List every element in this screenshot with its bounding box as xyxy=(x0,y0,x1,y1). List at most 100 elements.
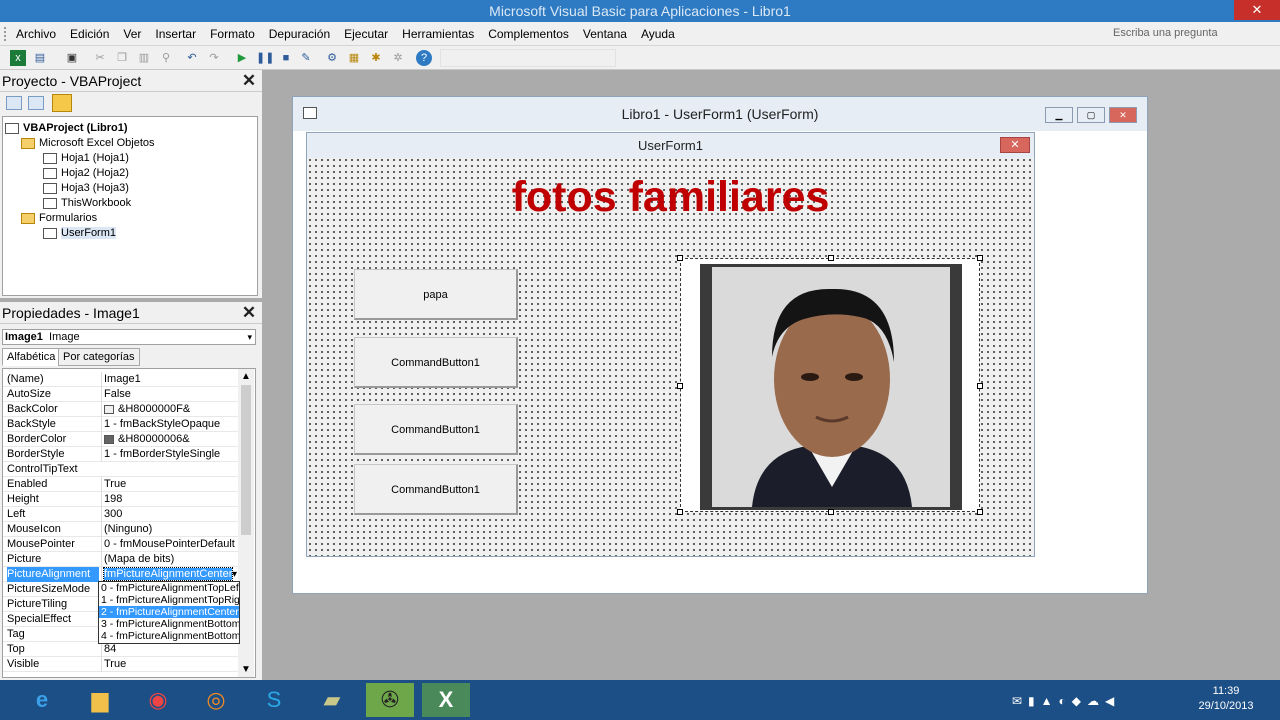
property-row[interactable]: MouseIcon (Ninguno) xyxy=(3,522,239,537)
resize-handle[interactable] xyxy=(677,255,683,261)
property-row[interactable]: Height 198 xyxy=(3,492,239,507)
tree-item[interactable]: Hoja1 (Hoja1) xyxy=(43,151,129,166)
property-row[interactable]: (Name) Image1 xyxy=(3,372,239,387)
view-code-icon[interactable] xyxy=(6,96,22,110)
scroll-up-icon[interactable]: ▲ xyxy=(241,371,251,382)
resize-handle[interactable] xyxy=(828,255,834,261)
view-object-icon[interactable] xyxy=(28,96,44,110)
resize-handle[interactable] xyxy=(677,509,683,515)
dropdown-option[interactable]: 4 - fmPictureAlignmentBottomRight xyxy=(99,630,239,642)
property-row[interactable]: BackStyle 1 - fmBackStyleOpaque xyxy=(3,417,239,432)
resize-handle[interactable] xyxy=(828,509,834,515)
property-row[interactable]: BorderColor &H80000006& xyxy=(3,432,239,447)
toolbox-icon[interactable]: ✲ xyxy=(390,50,406,66)
internet-explorer-icon[interactable]: e xyxy=(18,683,66,717)
menu-item-edicion[interactable]: Edición xyxy=(70,27,109,41)
property-value[interactable]: False xyxy=(101,387,239,402)
menu-item-archivo[interactable]: Archivo xyxy=(16,27,56,41)
cut-icon[interactable]: ✂ xyxy=(92,50,108,66)
property-row[interactable]: ControlTipText xyxy=(3,462,239,477)
userform[interactable]: UserForm1 ✕ fotos familiares papa Comman… xyxy=(306,132,1035,557)
excel-view-icon[interactable]: x xyxy=(10,50,26,66)
property-value[interactable]: &H8000000F& xyxy=(101,402,239,417)
dropdown-option[interactable]: 3 - fmPictureAlignmentBottomLeft xyxy=(99,618,239,630)
property-value[interactable]: &H80000006& xyxy=(101,432,239,447)
designer-minimize-button[interactable]: ▁ xyxy=(1045,107,1073,123)
video-app-icon[interactable]: ✇ xyxy=(366,683,414,717)
chrome-icon[interactable]: ◉ xyxy=(134,683,182,717)
redo-icon[interactable]: ↷ xyxy=(206,50,222,66)
property-value[interactable]: (Mapa de bits) xyxy=(101,552,239,567)
property-row[interactable]: Top 84 xyxy=(3,642,239,657)
taskbar-clock[interactable]: 11:39 29/10/2013 xyxy=(1196,684,1256,714)
window-close-button[interactable]: ✕ xyxy=(1234,0,1280,20)
resize-handle[interactable] xyxy=(977,383,983,389)
object-selector-combo[interactable]: Image1 Image ▾ xyxy=(2,329,256,345)
tree-item[interactable]: ThisWorkbook xyxy=(43,196,131,211)
properties-window-icon[interactable]: ▦ xyxy=(346,50,362,66)
toggle-folders-icon[interactable] xyxy=(52,94,72,112)
property-value[interactable]: (Ninguno) xyxy=(101,522,239,537)
properties-pane-close-button[interactable]: ✕ xyxy=(240,304,258,322)
chevron-down-icon[interactable]: ▾ xyxy=(232,567,237,582)
property-value[interactable]: True xyxy=(101,657,239,672)
properties-scrollbar[interactable]: ▲ ▼ xyxy=(238,369,254,677)
resize-handle[interactable] xyxy=(977,509,983,515)
menu-item-herramientas[interactable]: Herramientas xyxy=(402,27,474,41)
form-heading-label[interactable]: fotos familiares xyxy=(307,173,1034,222)
property-row[interactable]: Left 300 xyxy=(3,507,239,522)
system-tray-icons[interactable]: ✉▮▲◐◆☁◀ xyxy=(1012,694,1120,708)
property-value[interactable]: 198 xyxy=(101,492,239,507)
help-icon[interactable]: ? xyxy=(416,50,432,66)
ask-question-box[interactable]: Escriba una pregunta xyxy=(1108,25,1276,43)
run-icon[interactable]: ▶ xyxy=(234,50,250,66)
command-button-2[interactable]: CommandButton1 xyxy=(354,404,518,455)
paste-icon[interactable]: ▥ xyxy=(136,50,152,66)
image1-control[interactable] xyxy=(677,255,983,515)
property-value[interactable]: 1 - fmBackStyleOpaque xyxy=(101,417,239,432)
undo-icon[interactable]: ↶ xyxy=(184,50,200,66)
tree-item[interactable]: Hoja3 (Hoja3) xyxy=(43,181,129,196)
property-row[interactable]: AutoSize False xyxy=(3,387,239,402)
property-row[interactable]: PictureAlignment fmPictureAlignmentCenter… xyxy=(3,567,239,582)
command-button-3[interactable]: CommandButton1 xyxy=(354,464,518,515)
resize-handle[interactable] xyxy=(977,255,983,261)
project-pane-close-button[interactable]: ✕ xyxy=(240,72,258,90)
project-explorer-icon[interactable]: ⚙ xyxy=(324,50,340,66)
property-row[interactable]: BorderStyle 1 - fmBorderStyleSingle xyxy=(3,447,239,462)
design-mode-icon[interactable]: ✎ xyxy=(298,50,314,66)
property-value[interactable]: fmPictureAlignmentCenter ▾ xyxy=(101,567,239,582)
menu-item-insertar[interactable]: Insertar xyxy=(155,27,196,41)
command-button-papa[interactable]: papa xyxy=(354,269,518,320)
property-row[interactable]: Enabled True xyxy=(3,477,239,492)
property-row[interactable]: Picture (Mapa de bits) xyxy=(3,552,239,567)
command-button-1[interactable]: CommandButton1 xyxy=(354,337,518,388)
property-value[interactable]: Image1 xyxy=(101,372,239,387)
property-row[interactable]: BackColor &H8000000F& xyxy=(3,402,239,417)
chevron-down-icon[interactable]: ▾ xyxy=(247,330,252,344)
property-value[interactable]: 84 xyxy=(101,642,239,657)
tree-item[interactable]: UserForm1 xyxy=(43,226,117,241)
tree-item[interactable]: Hoja2 (Hoja2) xyxy=(43,166,129,181)
firefox-icon[interactable]: ◎ xyxy=(192,683,240,717)
dropdown-option[interactable]: 2 - fmPictureAlignmentCenter xyxy=(99,606,239,618)
tree-item[interactable]: Formularios xyxy=(21,211,97,226)
menu-item-depuracion[interactable]: Depuración xyxy=(269,27,330,41)
menu-item-formato[interactable]: Formato xyxy=(210,27,255,41)
tab-alfabetica[interactable]: Alfabética xyxy=(2,348,61,366)
pause-icon[interactable]: ❚❚ xyxy=(256,50,274,66)
tab-por-categorias[interactable]: Por categorías xyxy=(58,348,140,366)
designer-close-button[interactable]: ✕ xyxy=(1109,107,1137,123)
reset-icon[interactable]: ■ xyxy=(278,50,294,66)
copy-icon[interactable]: ❐ xyxy=(114,50,130,66)
insert-userform-icon[interactable]: ▤ xyxy=(32,50,48,66)
menu-item-ver[interactable]: Ver xyxy=(123,27,141,41)
menu-item-ventana[interactable]: Ventana xyxy=(583,27,627,41)
property-row[interactable]: MousePointer 0 - fmMousePointerDefault xyxy=(3,537,239,552)
property-value[interactable]: 0 - fmMousePointerDefault xyxy=(101,537,239,552)
file-explorer-icon[interactable]: ▆ xyxy=(76,683,124,717)
menu-item-ayuda[interactable]: Ayuda xyxy=(641,27,675,41)
scroll-thumb[interactable] xyxy=(241,385,251,535)
designer-maximize-button[interactable]: ▢ xyxy=(1077,107,1105,123)
excel-icon[interactable]: X xyxy=(422,683,470,717)
